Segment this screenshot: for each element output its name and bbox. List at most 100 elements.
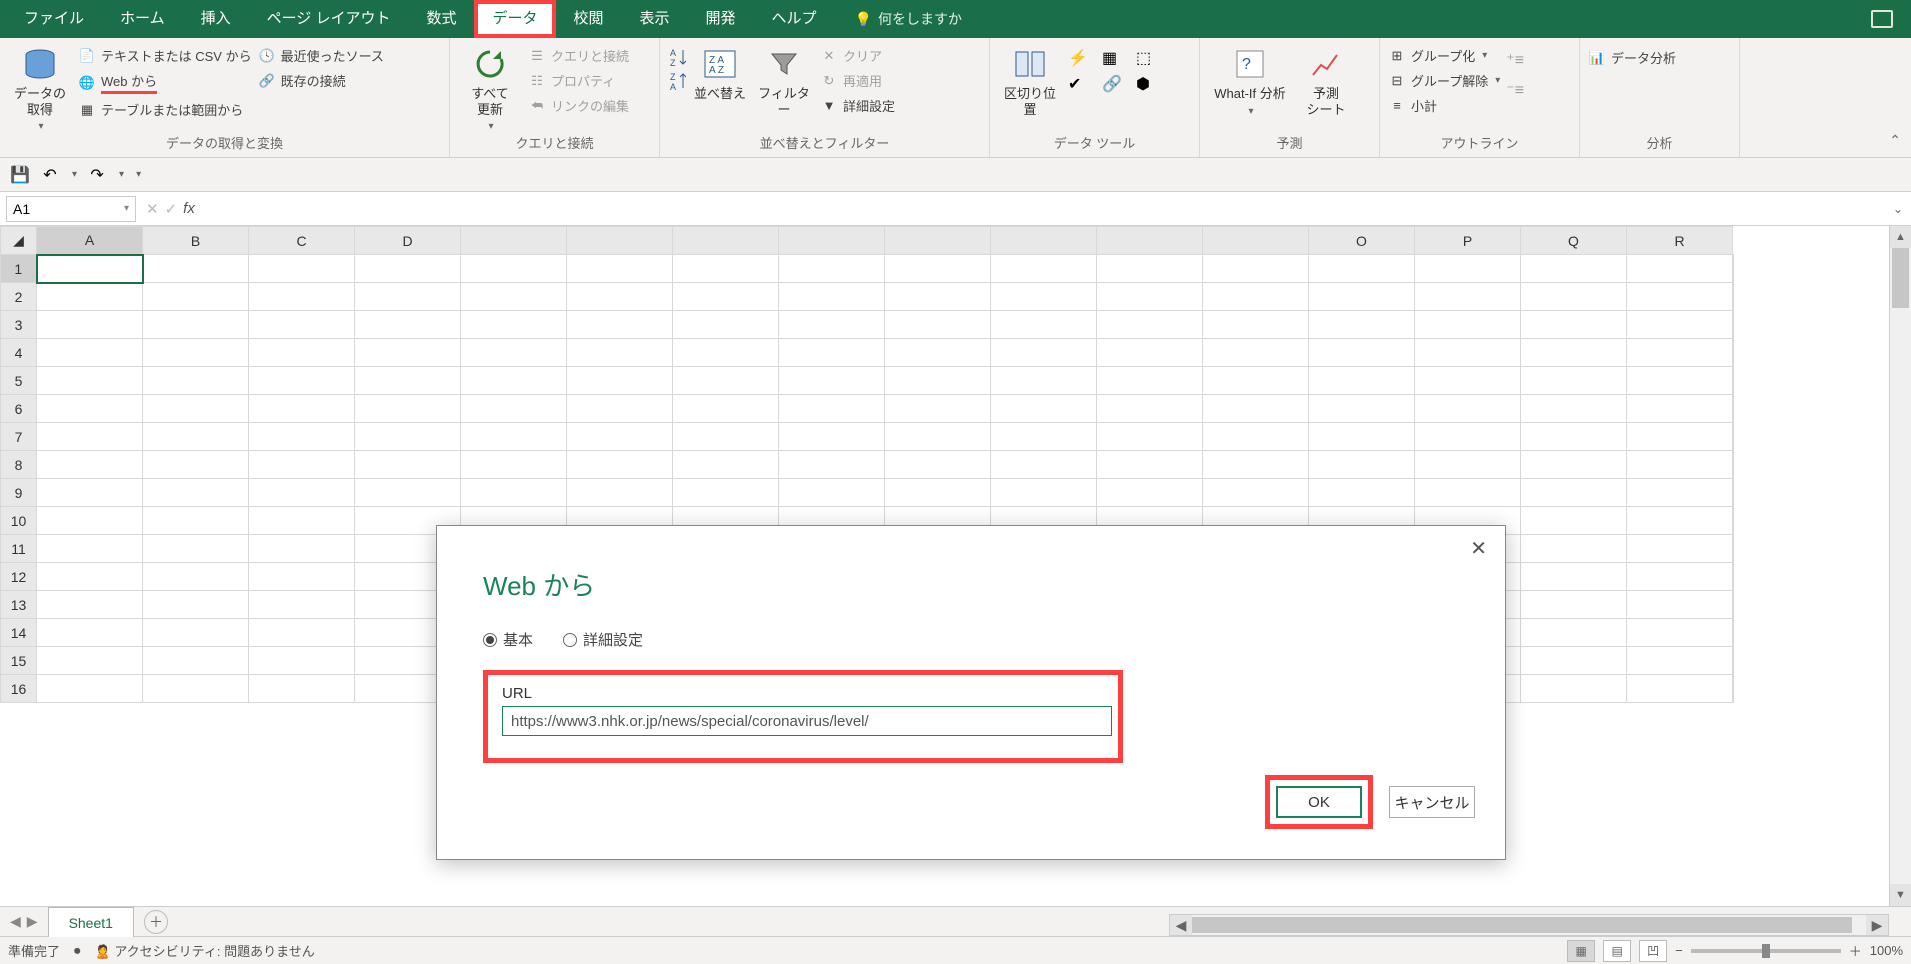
row-header[interactable]: 13 [1,591,37,619]
cell[interactable] [355,255,461,283]
scrollbar-thumb[interactable] [1192,917,1852,933]
cell[interactable] [355,311,461,339]
cell[interactable] [567,395,673,423]
cell[interactable] [143,479,249,507]
row-header[interactable]: 1 [1,255,37,283]
cell[interactable] [1521,619,1627,647]
data-analysis-button[interactable]: 📊データ分析 [1588,42,1676,67]
cell[interactable] [1415,479,1521,507]
cell[interactable] [143,563,249,591]
cell[interactable] [249,619,355,647]
cell[interactable] [991,339,1097,367]
cell[interactable] [249,311,355,339]
cell[interactable] [1521,535,1627,563]
cell[interactable] [1627,255,1733,283]
cell[interactable] [249,535,355,563]
cell[interactable] [1415,283,1521,311]
cell[interactable] [1203,367,1309,395]
data-model-icon[interactable]: ⬢ [1136,74,1164,94]
cell[interactable] [1733,675,1734,703]
row-header[interactable]: 6 [1,395,37,423]
cell[interactable] [1627,647,1733,675]
row-header[interactable]: 4 [1,339,37,367]
cell[interactable] [1097,339,1203,367]
zoom-in-button[interactable]: ＋ [1849,941,1862,960]
normal-view-button[interactable]: ▦ [1567,940,1595,962]
cell[interactable] [1097,283,1203,311]
cell[interactable] [355,395,461,423]
cell[interactable] [1521,675,1627,703]
consolidate-icon[interactable]: ⬚ [1136,48,1164,68]
cell[interactable] [1415,451,1521,479]
cell[interactable] [673,339,779,367]
cell[interactable] [1733,339,1734,367]
cell[interactable] [1627,451,1733,479]
cell[interactable] [1627,423,1733,451]
column-header[interactable] [1203,227,1309,255]
cell[interactable] [779,451,885,479]
cell[interactable] [461,367,567,395]
cell[interactable] [37,647,143,675]
column-header[interactable] [991,227,1097,255]
from-table-range-button[interactable]: ▦テーブルまたは範囲から [78,100,252,119]
relationships-icon[interactable]: 🔗 [1102,74,1130,94]
cell[interactable] [673,479,779,507]
tell-me[interactable]: 💡 何をしますか [855,9,962,29]
cell[interactable] [1415,339,1521,367]
name-box[interactable]: A1▾ [6,196,136,222]
cell[interactable] [1415,255,1521,283]
cell[interactable] [355,339,461,367]
cell[interactable] [567,451,673,479]
row-header[interactable]: 5 [1,367,37,395]
advanced-filter-button[interactable]: ▼詳細設定 [820,96,895,115]
cell[interactable] [991,367,1097,395]
cell[interactable] [991,283,1097,311]
cell[interactable] [1521,647,1627,675]
cell[interactable] [1097,423,1203,451]
cell[interactable] [1203,283,1309,311]
sheet-tab[interactable]: Sheet1 [48,907,134,937]
save-icon[interactable]: 💾 [10,165,30,185]
cell[interactable] [143,339,249,367]
data-validation-icon[interactable]: ✔ [1068,74,1096,94]
row-header[interactable]: 2 [1,283,37,311]
cell[interactable] [1521,507,1627,535]
from-web-button[interactable]: 🌐Web から [78,71,252,94]
cell[interactable] [355,367,461,395]
cell[interactable] [143,507,249,535]
cell[interactable] [1733,283,1734,311]
add-sheet-button[interactable]: ＋ [144,910,168,934]
column-header[interactable]: Q [1521,227,1627,255]
cell[interactable] [1097,479,1203,507]
cell[interactable] [1733,479,1734,507]
cell[interactable] [1521,591,1627,619]
cell[interactable] [461,423,567,451]
cell[interactable] [1415,367,1521,395]
cell[interactable] [249,479,355,507]
cell[interactable] [673,451,779,479]
cell[interactable] [1733,563,1734,591]
cell[interactable] [143,311,249,339]
cell[interactable] [673,423,779,451]
cell[interactable] [1415,395,1521,423]
tab-home[interactable]: ホーム [102,0,183,38]
sheet-nav-prev-icon[interactable]: ◀ [10,913,21,930]
cell[interactable] [37,675,143,703]
cell[interactable] [991,479,1097,507]
cell[interactable] [1521,423,1627,451]
cell[interactable] [143,647,249,675]
cell[interactable] [1627,675,1733,703]
close-icon[interactable]: ✕ [1470,536,1487,561]
row-header[interactable]: 9 [1,479,37,507]
cell[interactable] [249,283,355,311]
cell[interactable] [779,367,885,395]
redo-icon[interactable]: ↷ [87,165,107,185]
cell[interactable] [885,367,991,395]
cell[interactable] [1203,423,1309,451]
column-header[interactable]: A [37,227,143,255]
cell[interactable] [779,423,885,451]
cell[interactable] [249,647,355,675]
cell[interactable] [1415,311,1521,339]
zoom-level[interactable]: 100% [1870,943,1903,958]
url-input[interactable] [502,706,1112,736]
